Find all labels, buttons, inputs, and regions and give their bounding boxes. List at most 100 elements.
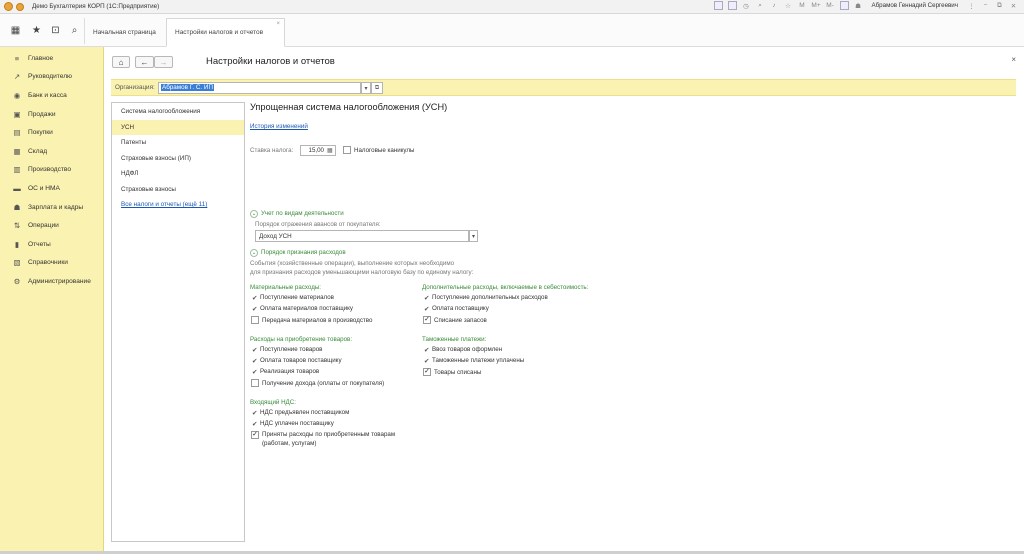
sections-sidebar: ≡ Главное ↗ Руководителю ◉ Банк и касса ▣ Пр… (0, 47, 104, 551)
additional-item-label: Списание запасов (434, 317, 487, 324)
customs-group-title: Таможенные платежи: (422, 336, 487, 343)
star-icon[interactable]: ☆ (784, 1, 793, 10)
tick-icon: ✔ (252, 410, 258, 417)
bell-icon[interactable]: ♪ (770, 1, 779, 10)
collapse-icon[interactable]: ⌄ (250, 249, 258, 257)
favorites-star-icon[interactable]: ★ (30, 24, 43, 37)
sidebar-item-label: Главное (28, 54, 54, 62)
list-item-tax-system[interactable]: Система налогообложения (112, 104, 244, 120)
calculator-icon[interactable]: ▦ (327, 147, 333, 154)
additional-group-title: Дополнительные расходы, включаемые в себ… (422, 284, 589, 291)
additional-item-label: Оплата поставщику (432, 305, 489, 312)
settings-icon[interactable]: ⋮ (967, 1, 976, 10)
write-off-stock-checkbox[interactable]: ✓ (423, 316, 431, 324)
customs-item-label: Таможенные платежи уплачены (432, 357, 525, 364)
goods-written-off-checkbox[interactable]: ✓ (423, 368, 431, 376)
organization-dropdown-button[interactable]: ▾ (361, 82, 371, 94)
list-item-usn[interactable]: УСН (112, 119, 244, 135)
goods-item-label: Реализация товаров (260, 368, 320, 375)
tick-icon: ✔ (252, 421, 258, 428)
organization-open-button[interactable]: ⧉ (371, 82, 383, 94)
user-name[interactable]: Абрамов Геннадий Сергеевич (872, 2, 958, 9)
form-close-icon[interactable]: × (1011, 55, 1016, 64)
tab-close-icon[interactable]: × (276, 21, 280, 27)
history-link[interactable]: История изменений (250, 123, 308, 130)
tick-icon: ✔ (424, 306, 430, 313)
tick-icon: ✔ (424, 295, 430, 302)
material-item-label: Поступление материалов (260, 294, 334, 301)
usn-title: Упрощенная система налогообложения (УСН) (250, 102, 448, 112)
tick-icon: ✔ (252, 295, 258, 302)
expense-description-line2: для признания расходов уменьшающими нало… (250, 269, 474, 276)
history-clock-icon[interactable]: ⊡ (49, 24, 62, 37)
memo-mplus-button[interactable]: M+ (811, 1, 820, 10)
sidebar-item-main[interactable]: ≡ Главное (0, 49, 103, 68)
window-title: Демо Бухгалтерия КОРП (1С:Предприятие) (32, 3, 160, 10)
list-item-patents[interactable]: Патенты (112, 135, 244, 151)
activity-section-title[interactable]: Учет по видам деятельности (261, 210, 344, 217)
apps-grid-icon[interactable]: ▦ (9, 24, 22, 37)
sidebar-item-purchases[interactable]: ▤ Покупки (0, 123, 103, 142)
panel-icon[interactable] (839, 1, 849, 10)
sidebar-item-production[interactable]: ▥ Производство (0, 161, 103, 180)
settings-section-list: Система налогообложения УСН Патенты Стра… (111, 102, 245, 542)
expense-section-title[interactable]: Порядок признания расходов (261, 249, 346, 256)
income-receipt-checkbox[interactable] (251, 379, 259, 387)
sidebar-item-payroll[interactable]: ☗ Зарплата и кадры (0, 198, 103, 217)
sidebar-item-operations[interactable]: ⇅ Операции (0, 216, 103, 235)
sidebar-item-catalogs[interactable]: ▧ Справочники (0, 254, 103, 273)
print-icon[interactable] (727, 1, 737, 10)
tax-holidays-checkbox[interactable] (343, 146, 351, 154)
sidebar-item-reports[interactable]: ▮ Отчеты (0, 235, 103, 254)
expenses-accepted-checkbox[interactable]: ✓ (251, 431, 259, 439)
sidebar-item-label: Склад (28, 147, 48, 155)
tab-tax-settings[interactable]: Настройки налогов и отчетов × (166, 18, 285, 47)
tab-label: Настройки налогов и отчетов (175, 29, 264, 36)
tick-icon: ✔ (424, 347, 430, 354)
advance-dropdown-icon[interactable]: ▾ (469, 230, 478, 242)
back-arrow-icon: ← (140, 57, 149, 67)
sidebar-item-sales[interactable]: ▣ Продажи (0, 105, 103, 124)
material-item-label: Оплата материалов поставщику (260, 305, 354, 312)
sidebar-item-label: Покупки (28, 129, 53, 137)
sidebar-item-assets[interactable]: ▬ ОС и НМА (0, 179, 103, 198)
rate-label: Ставка налога: (250, 147, 294, 154)
history-icon[interactable]: ◷ (742, 1, 751, 10)
collapse-icon[interactable]: ⌄ (250, 210, 258, 218)
vat-item-label: Приняты расходы по приобретенным товарам (262, 431, 396, 438)
organization-input[interactable]: Абрамов Г. С. ИП (158, 82, 361, 94)
advance-select[interactable]: Доход УСН (255, 230, 469, 242)
tick-icon: ✔ (424, 358, 430, 365)
sidebar-item-manager[interactable]: ↗ Руководителю (0, 68, 103, 87)
main-menu-icon[interactable] (16, 2, 24, 11)
minimize-icon[interactable]: − (981, 1, 990, 10)
customs-item-label: Товары списаны (434, 369, 482, 376)
search-icon[interactable]: ⌕ (756, 1, 765, 10)
form-area: ⌂ ← → Настройки налогов и отчетов × Орга… (105, 47, 1024, 551)
search-icon[interactable]: ⌕ (68, 24, 81, 37)
memo-mminus-button[interactable]: M- (826, 1, 835, 10)
material-transfer-checkbox[interactable] (251, 316, 259, 324)
list-item-insurance-ip[interactable]: Страховые взносы (ИП) (112, 151, 244, 167)
list-item-ndfl[interactable]: НДФЛ (112, 166, 244, 182)
material-item-label: Передача материалов в производство (262, 317, 373, 324)
back-button[interactable]: ← (135, 56, 154, 68)
memo-m-button[interactable]: M (798, 1, 807, 10)
coin-icon: ◉ (13, 90, 21, 100)
restore-icon[interactable]: ⧉ (995, 1, 1004, 10)
save-icon[interactable] (713, 1, 723, 10)
sidebar-item-warehouse[interactable]: ▦ Склад (0, 142, 103, 161)
list-item-insurance[interactable]: Страховые взносы (112, 182, 244, 198)
tab-home-page[interactable]: Начальная страница (85, 18, 165, 47)
factory-icon: ▥ (13, 165, 21, 175)
rate-value: 15,00 (308, 147, 324, 154)
close-window-icon[interactable]: ✕ (1009, 1, 1018, 10)
forward-button[interactable]: → (154, 56, 173, 68)
list-item-all-taxes-link[interactable]: Все налоги и отчеты (ещё 11) (112, 197, 244, 213)
sections-toolbar: ▦ ★ ⊡ ⌕ Начальная страница Настройки нал… (0, 14, 1024, 47)
home-button[interactable]: ⌂ (112, 56, 130, 68)
sidebar-item-admin[interactable]: ⚙ Администрирование (0, 272, 103, 291)
organization-value: Абрамов Г. С. ИП (161, 84, 214, 91)
tick-icon: ✔ (252, 306, 258, 313)
sidebar-item-bank[interactable]: ◉ Банк и касса (0, 86, 103, 105)
